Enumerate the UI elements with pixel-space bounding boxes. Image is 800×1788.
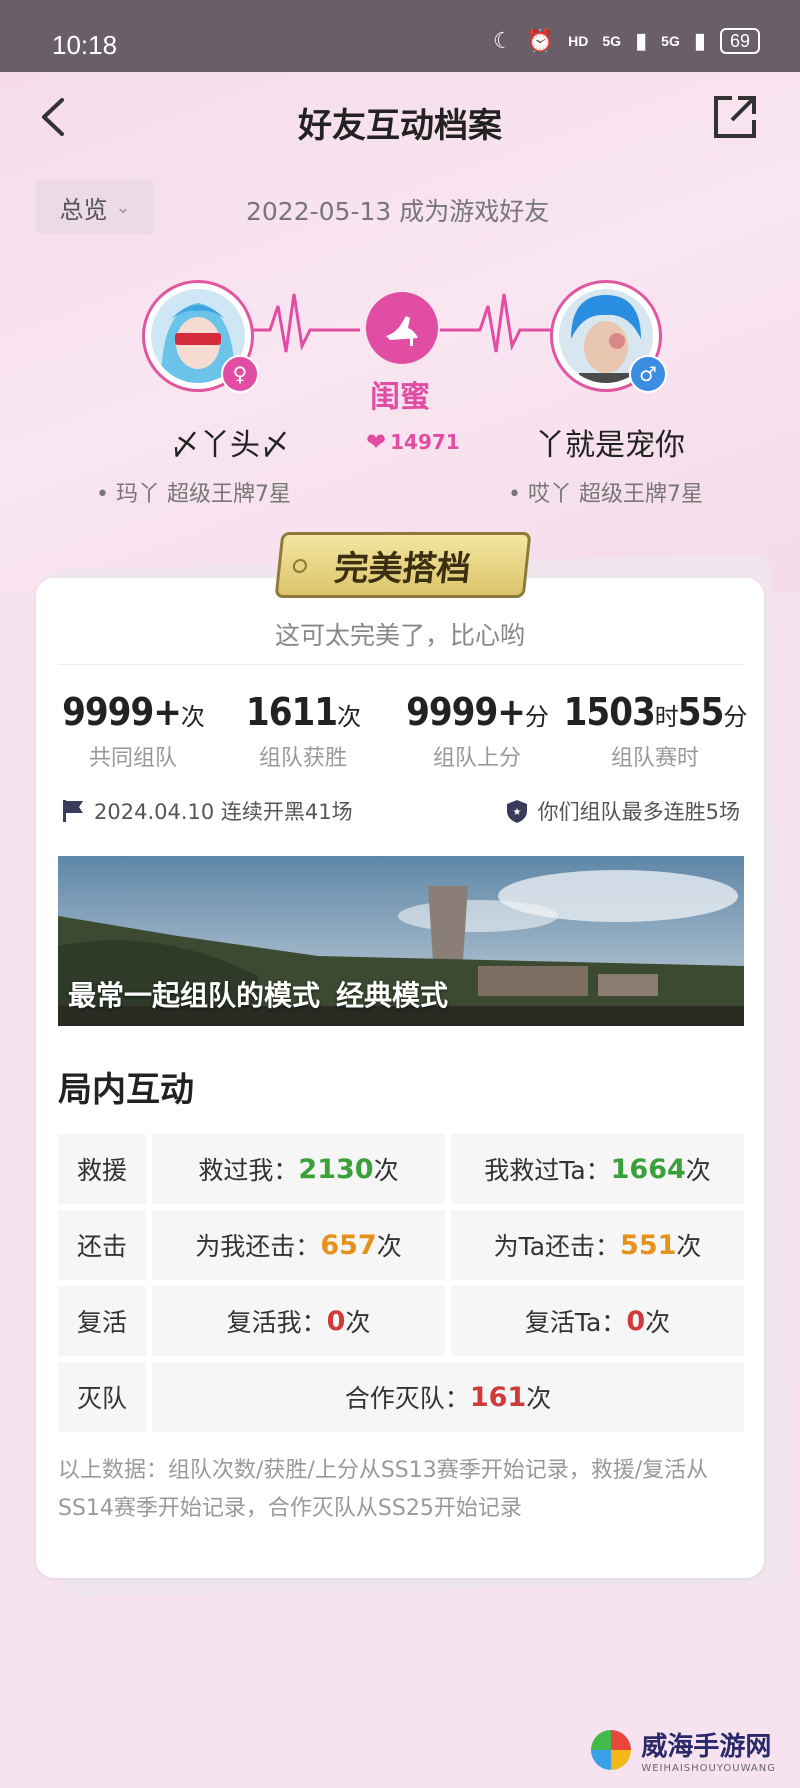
chevron-down-icon: ⌄	[115, 196, 131, 218]
row-label: 复活	[58, 1286, 146, 1356]
stat-points: 9999+分 组队上分	[392, 690, 562, 772]
signal-1-label: 5G	[602, 33, 622, 49]
relation-badge	[366, 292, 438, 364]
watermark-logo-icon	[591, 1730, 632, 1770]
moon-icon: ☾	[493, 28, 513, 53]
signal-2-icon: ▮	[693, 28, 706, 53]
male-icon: ♂	[629, 355, 667, 393]
battery-icon: 69	[719, 28, 760, 54]
tagline: 这可太完美了，比心哟	[274, 621, 525, 650]
watermark: 威海手游网 WEIHAISHOUYOUWANG	[591, 1726, 776, 1774]
squad-wipe-cell: 合作灭队： 161 次	[152, 1362, 744, 1432]
row-label: 救援	[58, 1134, 146, 1204]
divider	[58, 664, 744, 665]
win-streak: ★ 你们组队最多连胜5场	[504, 796, 740, 826]
avatar-right[interactable]: ♂	[550, 280, 667, 393]
banner-title: 最常一起组队的模式	[68, 979, 321, 1012]
section-title: 局内互动	[58, 1070, 194, 1110]
table-row: 灭队 合作灭队： 161 次	[58, 1362, 744, 1432]
streak-record: 2024.04.10 连续开黑41场	[60, 796, 353, 826]
intimacy-value: 14971	[390, 430, 460, 454]
counter-for-me-cell: 为我还击： 657 次	[152, 1210, 445, 1280]
svg-text:★: ★	[512, 807, 521, 818]
streak-record-text: 2024.04.10 连续开黑41场	[94, 800, 353, 824]
stat-value: 1503时55分	[563, 690, 748, 734]
row-label: 还击	[58, 1210, 146, 1280]
table-row: 救援 救过我： 2130 次 我救过Ta： 1664 次	[58, 1134, 744, 1204]
win-streak-text: 你们组队最多连胜5场	[537, 800, 740, 824]
watermark-name: 威海手游网	[641, 1732, 772, 1762]
table-row: 复活 复活我： 0 次 复活Ta： 0 次	[58, 1286, 744, 1356]
status-bar: 10:18 ☾ ⏰ HD 5G ▮ 5G ▮ 69	[0, 0, 800, 72]
table-row: 还击 为我还击： 657 次 为Ta还击： 551 次	[58, 1210, 744, 1280]
data-footnote: 以上数据：组队次数/获胜/上分从SS13赛季开始记录，救援/复活从SS14赛季开…	[58, 1458, 709, 1521]
share-icon	[714, 96, 756, 138]
intimacy-count: ❤ 14971	[366, 428, 460, 456]
watermark-text: 威海手游网 WEIHAISHOUYOUWANG	[641, 1726, 776, 1774]
right-player-rank: • 哎丫 超级王牌7星	[508, 482, 703, 507]
overview-dropdown[interactable]: 总览 ⌄	[36, 180, 154, 234]
stat-label: 组队赛时	[610, 746, 699, 771]
tag-label: 完美搭档	[332, 548, 473, 589]
interaction-grid: 救援 救过我： 2130 次 我救过Ta： 1664 次 还击 为我还击： 657 次 为T…	[58, 1134, 744, 1438]
alarm-icon: ⏰	[526, 28, 555, 53]
watermark-sub: WEIHAISHOUYOUWANG	[641, 1763, 776, 1774]
stat-playtime: 1503时55分 组队赛时	[560, 690, 750, 772]
left-player-rank: • 玛丫 超级王牌7星	[96, 482, 291, 507]
stat-label: 组队获胜	[258, 746, 347, 771]
stat-label: 共同组队	[88, 746, 177, 771]
status-icons: ☾ ⏰ HD 5G ▮ 5G ▮ 69	[493, 28, 760, 54]
banner-caption: 最常一起组队的模式 经典模式	[68, 974, 448, 1014]
stat-value: 9999+分	[406, 690, 549, 734]
page-title: 好友互动档案	[298, 106, 502, 146]
stat-value: 1611次	[245, 690, 361, 734]
stat-label: 组队上分	[432, 746, 521, 771]
left-player-name: 〆丫头〆	[170, 428, 290, 463]
perfect-partner-tag: 完美搭档	[274, 532, 532, 598]
signal-2-label: 5G	[661, 33, 680, 49]
heart-icon: ❤	[366, 428, 387, 456]
status-time: 10:18	[52, 30, 118, 60]
share-button[interactable]	[710, 92, 760, 142]
rescued-ta-cell: 我救过Ta： 1664 次	[451, 1134, 744, 1204]
mode-banner[interactable]: 最常一起组队的模式 经典模式	[58, 856, 744, 1026]
banner-mode: 经典模式	[336, 979, 449, 1012]
tag-hole-icon	[292, 559, 308, 573]
right-player-name: 丫就是宠你	[535, 428, 685, 463]
shield-icon: ★	[506, 800, 527, 823]
high-heel-icon	[386, 316, 418, 346]
revived-ta-cell: 复活Ta： 0 次	[451, 1286, 744, 1356]
signal-1-icon: ▮	[635, 28, 648, 53]
counter-for-ta-cell: 为Ta还击： 551 次	[451, 1210, 744, 1280]
stat-wins: 1611次 组队获胜	[218, 690, 388, 772]
stat-games: 9999+次 共同组队	[48, 690, 218, 772]
friend-since-text: 2022-05-13 成为游戏好友	[246, 197, 550, 226]
hd-badge: HD	[568, 33, 589, 49]
stat-value: 9999+次	[62, 690, 205, 734]
overview-label: 总览	[59, 195, 108, 224]
row-label: 灭队	[58, 1362, 146, 1432]
relation-label: 闺蜜	[370, 380, 430, 415]
revived-me-cell: 复活我： 0 次	[152, 1286, 445, 1356]
nav-bar: 好友互动档案	[0, 72, 800, 172]
rescued-me-cell: 救过我： 2130 次	[152, 1134, 445, 1204]
flag-icon	[63, 800, 83, 822]
